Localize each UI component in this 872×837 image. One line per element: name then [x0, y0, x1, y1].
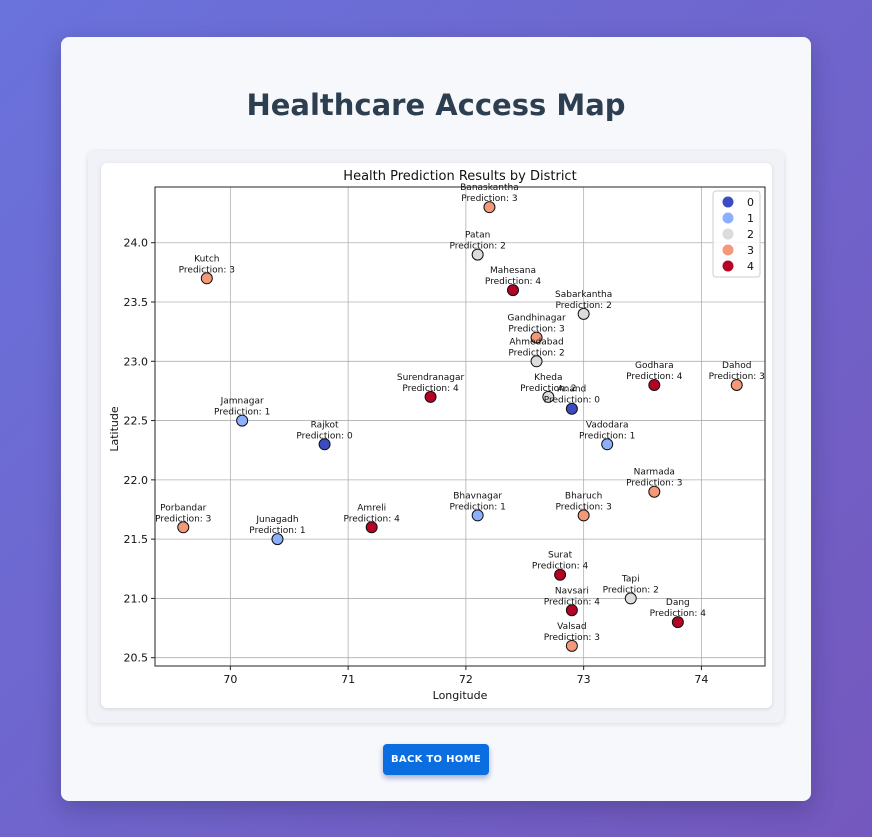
district-prediction-label: Prediction: 2	[449, 242, 505, 252]
district-name-label: Surendranagar	[397, 373, 465, 383]
district-name-label: Bhavnagar	[453, 491, 502, 501]
district-prediction-label: Prediction: 4	[650, 609, 707, 619]
x-tick-label: 70	[223, 673, 237, 686]
district-prediction-label: Prediction: 1	[249, 526, 305, 536]
scatter-chart: 70 71 72 73 7420.521.021.522.022.523.023.524…	[108, 169, 766, 702]
district-name-label: Patan	[465, 231, 490, 241]
district-prediction-label: Prediction: 0	[544, 396, 601, 406]
district-prediction-label: Prediction: 4	[626, 372, 683, 382]
district-prediction-label: Prediction: 3	[508, 325, 564, 335]
district-prediction-label: Prediction: 4	[532, 562, 589, 572]
y-tick-label: 24.0	[124, 237, 149, 250]
x-tick-label: 74	[694, 673, 708, 686]
district-prediction-label: Prediction: 3	[461, 194, 517, 204]
back-to-home-button[interactable]: BACK TO HOME	[383, 744, 489, 775]
district-name-label: Porbandar	[160, 503, 206, 513]
district-name-label: Surat	[548, 551, 573, 561]
y-tick-label: 20.5	[124, 652, 149, 665]
legend: 0 1 2 3 4	[712, 190, 761, 278]
district-prediction-label: Prediction: 3	[709, 372, 765, 382]
legend-label: 1	[747, 212, 754, 225]
legend-marker	[722, 228, 734, 240]
district-prediction-label: Prediction: 4	[544, 597, 601, 607]
district-prediction-label: Prediction: 4	[485, 277, 542, 287]
legend-marker	[722, 260, 734, 272]
district-name-label: Ahmedabad	[509, 337, 563, 347]
district-name-label: Gandhinagar	[507, 314, 566, 324]
district-name-label: Narmada	[634, 468, 675, 478]
district-name-label: Junagadh	[255, 515, 298, 525]
district-name-label: Banaskantha	[460, 183, 519, 193]
district-name-label: Rajkot	[311, 420, 339, 430]
district-name-label: Vadodara	[586, 420, 629, 430]
y-axis-label: Latitude	[108, 406, 121, 452]
district-prediction-label: Prediction: 3	[544, 633, 600, 643]
district-prediction-label: Prediction: 3	[626, 479, 682, 489]
district-name-label: Kutch	[194, 254, 219, 264]
x-tick-label: 71	[341, 673, 355, 686]
district-name-label: Navsari	[555, 586, 589, 596]
x-axis-label: Longitude	[433, 689, 488, 702]
legend-label: 3	[747, 244, 754, 257]
district-name-label: Amreli	[357, 503, 386, 513]
district-prediction-label: Prediction: 2	[555, 301, 611, 311]
legend-marker	[722, 196, 734, 208]
y-tick-label: 21.5	[124, 533, 149, 546]
legend-label: 4	[747, 260, 754, 273]
x-tick-label: 72	[459, 673, 473, 686]
district-prediction-label: Prediction: 4	[344, 514, 401, 524]
y-tick-label: 22.5	[124, 415, 149, 428]
district-name-label: Godhara	[635, 361, 674, 371]
district-name-label: Valsad	[557, 622, 586, 632]
y-tick-label: 22.0	[124, 474, 149, 487]
district-prediction-label: Prediction: 3	[155, 514, 211, 524]
legend-label: 2	[747, 228, 754, 241]
district-prediction-label: Prediction: 4	[402, 384, 459, 394]
district-name-label: Dang	[666, 598, 690, 608]
chart-title: Health Prediction Results by District	[343, 169, 576, 184]
district-name-label: Dahod	[722, 361, 751, 371]
district-prediction-label: Prediction: 0	[296, 431, 353, 441]
district-prediction-label: Prediction: 1	[579, 431, 635, 441]
y-tick-label: 23.5	[124, 296, 149, 309]
district-prediction-label: Prediction: 3	[555, 502, 611, 512]
district-prediction-label: Prediction: 1	[214, 408, 270, 418]
legend-marker	[722, 244, 734, 256]
district-name-label: Mahesana	[490, 266, 536, 276]
legend-marker	[722, 212, 734, 224]
district-prediction-label: Prediction: 1	[449, 502, 505, 512]
legend-label: 0	[747, 196, 754, 209]
district-prediction-label: Prediction: 2	[603, 585, 659, 595]
district-name-label: Anand	[557, 385, 586, 395]
plot-area	[155, 187, 765, 666]
district-name-label: Tapi	[621, 574, 640, 584]
district-name-label: Bharuch	[565, 491, 602, 501]
district-name-label: Sabarkantha	[555, 290, 612, 300]
y-tick-label: 23.0	[124, 355, 149, 368]
district-prediction-label: Prediction: 2	[508, 348, 564, 358]
district-prediction-label: Prediction: 3	[179, 265, 235, 275]
district-name-label: Kheda	[534, 373, 562, 383]
district-name-label: Jamnagar	[220, 397, 264, 407]
y-tick-label: 21.0	[124, 592, 149, 605]
page-title: Healthcare Access Map	[246, 88, 626, 122]
x-tick-label: 73	[577, 673, 591, 686]
